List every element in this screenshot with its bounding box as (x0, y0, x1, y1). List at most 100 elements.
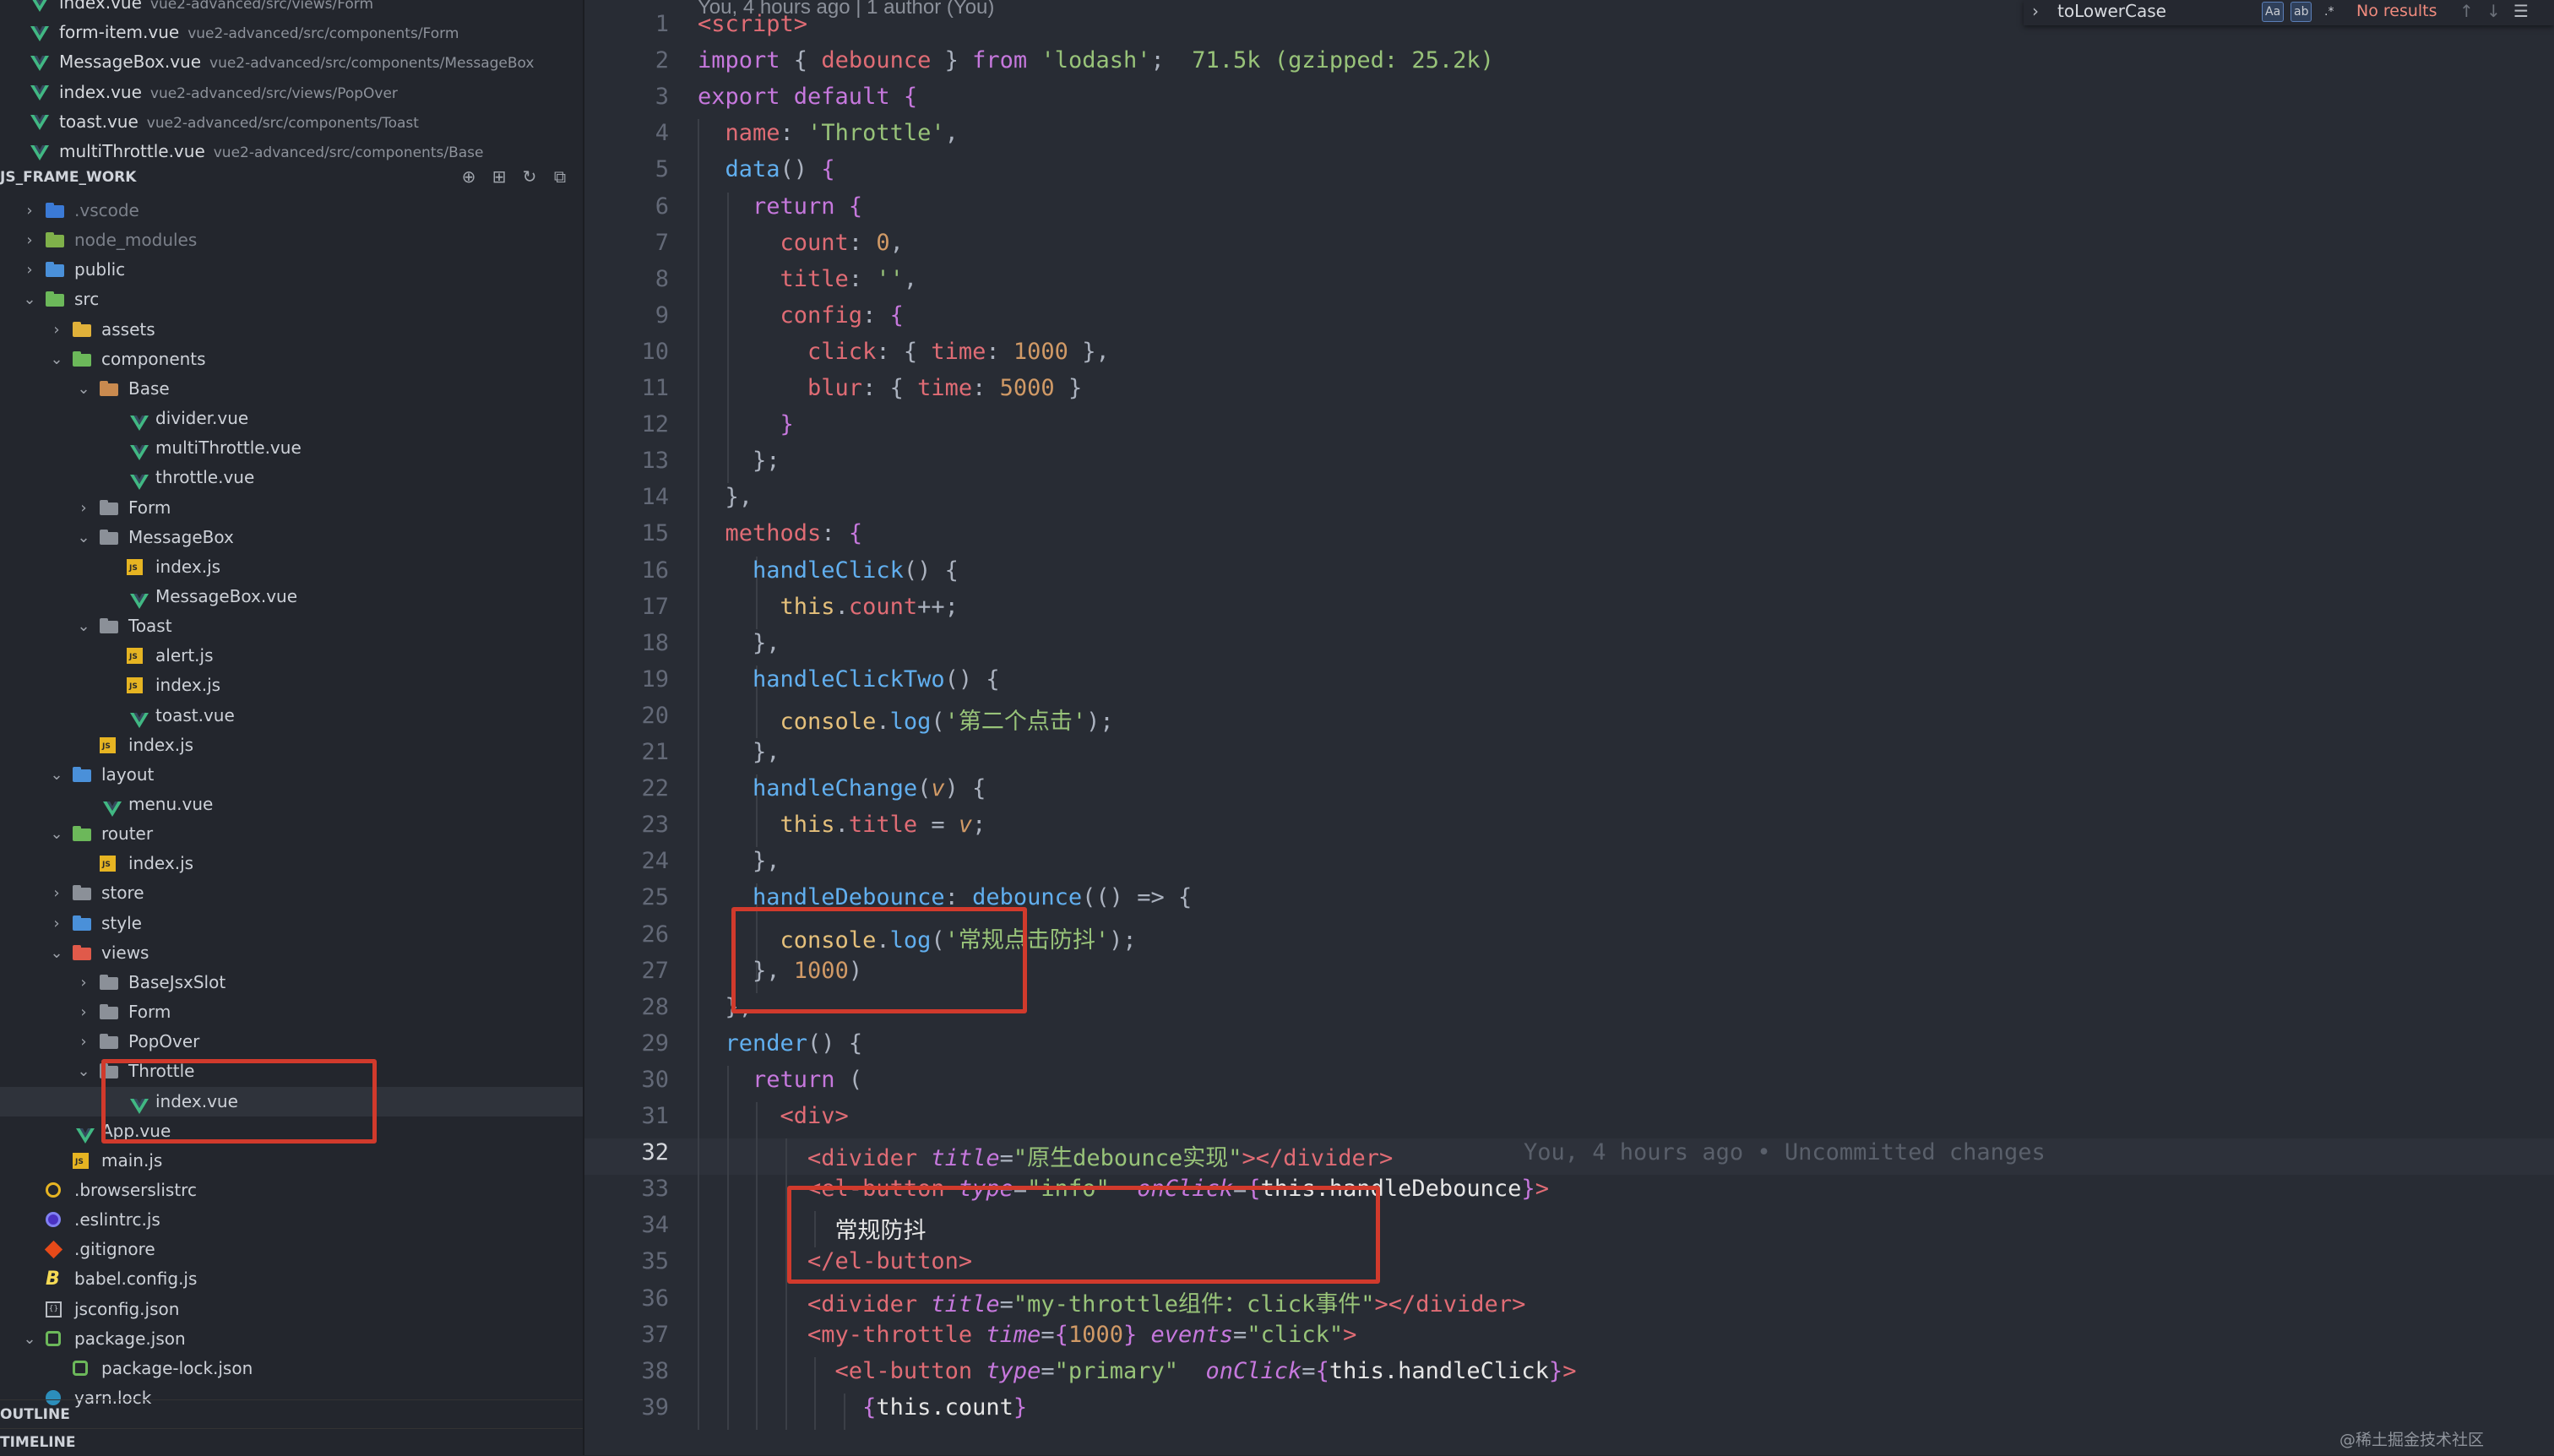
collapse-all-icon[interactable]: ⧉ (549, 166, 571, 187)
chevron-down-icon[interactable]: ⌄ (22, 285, 37, 314)
open-editor-item[interactable]: index.vue vue2-advanced/src/views/Form (30, 0, 373, 18)
code-line[interactable]: render() { (698, 1030, 863, 1057)
line-number[interactable]: 10 (584, 339, 669, 365)
tree-folder[interactable]: › store (0, 878, 583, 908)
line-number[interactable]: 38 (584, 1358, 669, 1384)
chevron-down-icon[interactable]: ⌄ (76, 374, 91, 404)
line-number[interactable]: 8 (584, 266, 669, 292)
line-number[interactable]: 6 (584, 193, 669, 220)
tree-folder[interactable]: › Form (0, 997, 583, 1027)
code-line[interactable]: return { (698, 193, 862, 220)
line-number[interactable]: 37 (584, 1322, 669, 1348)
tree-file[interactable]: {} jsconfig.json (0, 1295, 583, 1324)
chevron-right-icon[interactable]: › (76, 997, 91, 1027)
tree-file[interactable]: multiThrottle.vue (0, 433, 583, 463)
open-editor-item[interactable]: toast.vue vue2-advanced/src/components/To… (30, 107, 419, 137)
code-line[interactable]: return ( (698, 1067, 862, 1093)
tree-file[interactable]: Bbabel.config.js (0, 1264, 583, 1294)
line-number[interactable]: 36 (584, 1285, 669, 1312)
tree-folder[interactable]: › BaseJsxSlot (0, 968, 583, 997)
tree-folder[interactable]: ⌄ Toast (0, 611, 583, 641)
next-match-icon[interactable]: ↓ (2486, 0, 2501, 22)
tree-file[interactable]: divider.vue (0, 404, 583, 433)
chevron-down-icon[interactable]: ⌄ (22, 1324, 37, 1354)
code-line[interactable]: import { debounce } from 'lodash'; 71.5k… (698, 47, 1494, 73)
line-number[interactable]: 28 (584, 994, 669, 1020)
tree-folder[interactable]: ⌄ views (0, 938, 583, 968)
tree-file[interactable]: JS index.js (0, 849, 583, 878)
tree-file[interactable]: JS index.js (0, 552, 583, 582)
line-number[interactable]: 21 (584, 739, 669, 765)
code-line[interactable]: <divider title="原生debounce实现"></divider> (698, 1139, 1393, 1172)
code-line[interactable]: console.log('第二个点击'); (698, 703, 1114, 736)
line-number[interactable]: 29 (584, 1030, 669, 1057)
code-line[interactable]: } (698, 411, 794, 437)
code-line[interactable]: }; (698, 448, 780, 474)
tree-file[interactable]: JS alert.js (0, 641, 583, 671)
tree-file[interactable]: throttle.vue (0, 463, 583, 492)
code-line[interactable]: <div> (698, 1103, 849, 1129)
line-number[interactable]: 12 (584, 411, 669, 437)
tree-file[interactable]: .gitignore (0, 1235, 583, 1264)
line-number[interactable]: 22 (584, 775, 669, 801)
tree-folder[interactable]: › assets (0, 315, 583, 345)
line-number[interactable]: 20 (584, 703, 669, 729)
line-number[interactable]: 30 (584, 1067, 669, 1093)
line-number[interactable]: 33 (584, 1176, 669, 1202)
tree-file[interactable]: JS main.js (0, 1146, 583, 1176)
new-folder-icon[interactable]: ⊞ (488, 166, 510, 187)
line-number[interactable]: 32 (584, 1139, 669, 1165)
line-number[interactable]: 13 (584, 448, 669, 474)
tree-folder[interactable]: ⌄ components (0, 345, 583, 374)
open-editor-item[interactable]: form-item.vue vue2-advanced/src/component… (30, 18, 459, 47)
chevron-right-icon[interactable]: › (49, 878, 64, 908)
tree-folder[interactable]: › style (0, 909, 583, 938)
open-editor-item[interactable]: index.vue vue2-advanced/src/views/PopOver (30, 78, 398, 107)
code-line[interactable]: title: '', (698, 266, 918, 292)
line-number[interactable]: 11 (584, 375, 669, 401)
tree-folder[interactable]: ⌄ layout (0, 760, 583, 790)
line-number[interactable]: 35 (584, 1248, 669, 1274)
regex-toggle[interactable]: .* (2321, 2, 2337, 22)
code-line[interactable]: }, (698, 739, 780, 765)
line-number[interactable]: 4 (584, 120, 669, 146)
code-line[interactable]: handleClickTwo() { (698, 666, 1000, 693)
code-line[interactable]: this.count++; (698, 594, 959, 620)
chevron-right-icon[interactable]: › (22, 196, 37, 225)
line-number[interactable]: 34 (584, 1212, 669, 1238)
tree-file[interactable]: package-lock.json (0, 1354, 583, 1383)
line-number[interactable]: 23 (584, 812, 669, 838)
line-number[interactable]: 27 (584, 958, 669, 984)
code-editor[interactable]: You, 4 hours ago | 1 author (You) 1 <scri… (584, 0, 2554, 1455)
chevron-right-icon[interactable]: › (76, 493, 91, 523)
code-line[interactable]: <el-button type="primary" onClick={this.… (698, 1358, 1577, 1384)
tree-folder[interactable]: ⌄ src (0, 285, 583, 314)
line-number[interactable]: 14 (584, 484, 669, 510)
tree-folder[interactable]: ⌄ Base (0, 374, 583, 404)
line-number[interactable]: 25 (584, 884, 669, 910)
match-case-toggle[interactable]: Aa (2262, 2, 2285, 22)
open-editor-item[interactable]: multiThrottle.vue vue2-advanced/src/compo… (30, 137, 483, 166)
tree-folder[interactable]: ⌄ package.json (0, 1324, 583, 1354)
tree-folder[interactable]: ⌄ MessageBox (0, 523, 583, 552)
code-line[interactable]: handleClick() { (698, 557, 959, 584)
tree-file[interactable]: menu.vue (0, 790, 583, 819)
code-line[interactable]: this.title = v; (698, 812, 986, 838)
chevron-down-icon[interactable]: ⌄ (49, 819, 64, 849)
line-number[interactable]: 16 (584, 557, 669, 584)
code-line[interactable]: }, (698, 630, 780, 656)
tree-folder[interactable]: › PopOver (0, 1027, 583, 1057)
refresh-icon[interactable]: ↻ (519, 166, 541, 187)
chevron-down-icon[interactable]: ⌄ (76, 523, 91, 552)
code-line[interactable]: data() { (698, 156, 835, 182)
code-line[interactable]: methods: { (698, 520, 863, 546)
line-number[interactable]: 2 (584, 47, 669, 73)
open-editor-item[interactable]: MessageBox.vue vue2-advanced/src/componen… (30, 47, 534, 77)
previous-match-icon[interactable]: ↑ (2459, 0, 2474, 22)
line-number[interactable]: 3 (584, 84, 669, 110)
code-line[interactable]: }, (698, 484, 753, 510)
tree-folder[interactable]: › node_modules (0, 225, 583, 255)
code-line[interactable]: <divider title="my-throttle组件：click事件"><… (698, 1285, 1525, 1318)
code-line[interactable]: config: { (698, 302, 904, 329)
code-line[interactable]: blur: { time: 5000 } (698, 375, 1082, 401)
